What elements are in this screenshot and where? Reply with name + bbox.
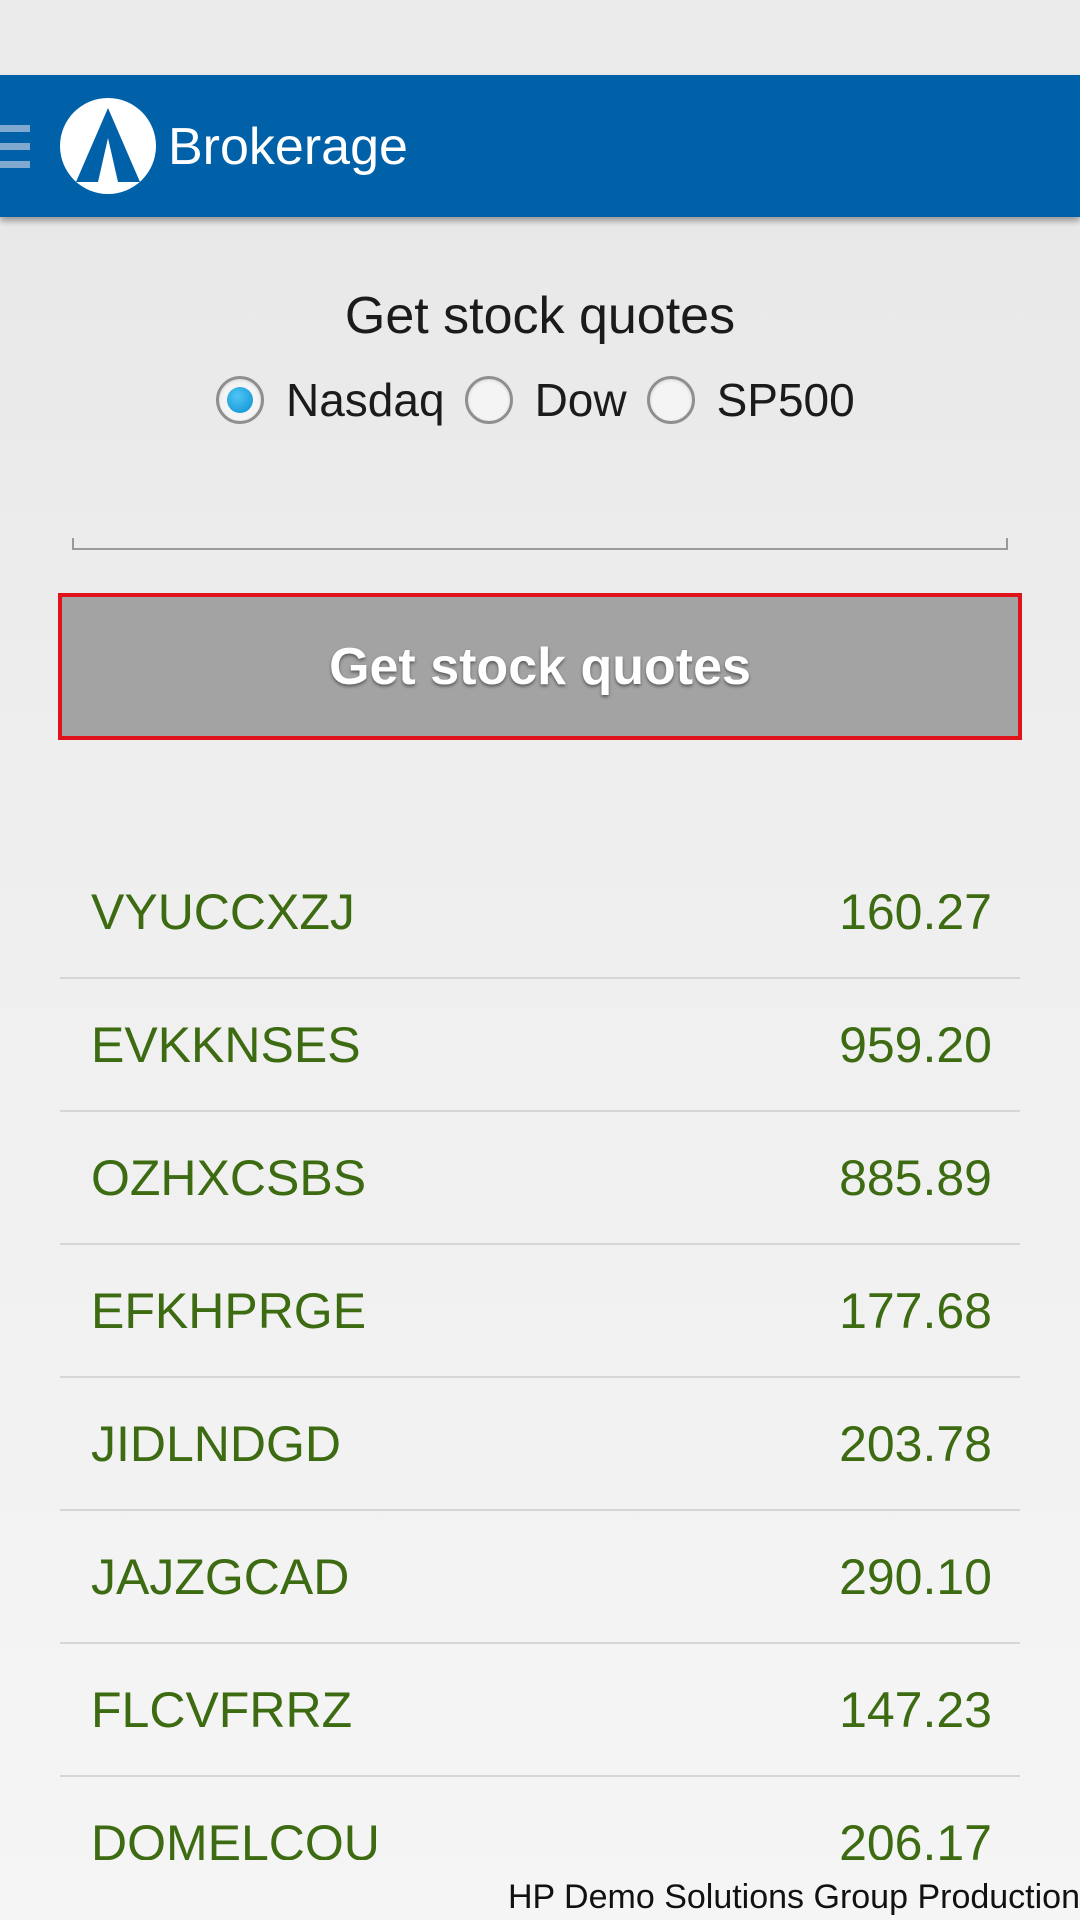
quote-symbol: FLCVFRRZ [91, 1682, 353, 1738]
footer-credit: HP Demo Solutions Group Production [507, 1878, 1080, 1916]
quote-symbol: EFKHPRGE [91, 1283, 367, 1339]
radio-option-sp500[interactable]: SP500 [646, 373, 875, 427]
quote-price: 959.20 [839, 1017, 992, 1073]
radio-sp500[interactable] [646, 376, 695, 424]
quote-row[interactable]: VYUCCXZJ 160.27 [60, 846, 1020, 979]
get-stock-quotes-button[interactable]: Get stock quotes [58, 593, 1022, 740]
quote-row[interactable]: DOMELCOU 206.17 [60, 1777, 1020, 1860]
form-heading: Get stock quotes [344, 287, 736, 345]
quote-symbol: JIDLNDGD [91, 1416, 342, 1472]
quote-price: 206.17 [839, 1815, 992, 1860]
symbol-input[interactable] [72, 520, 1008, 550]
input-underline-tick [1006, 538, 1008, 550]
quote-symbol: JAJZGCAD [91, 1549, 350, 1605]
quote-row[interactable]: JIDLNDGD 203.78 [60, 1378, 1020, 1511]
quote-symbol: OZHXCSBS [91, 1150, 367, 1206]
status-bar [0, 0, 1080, 75]
quote-price: 177.68 [839, 1283, 992, 1339]
radio-label-dow: Dow [534, 374, 627, 426]
quote-price: 290.10 [839, 1549, 992, 1605]
app-bar: Brokerage [0, 75, 1080, 217]
quote-symbol: VYUCCXZJ [91, 884, 355, 940]
app-logo-icon [60, 98, 156, 194]
quote-list: VYUCCXZJ 160.27 EVKKNSES 959.20 OZHXCSBS… [60, 846, 1020, 1860]
quote-row[interactable]: EFKHPRGE 177.68 [60, 1245, 1020, 1378]
quote-price: 147.23 [839, 1682, 992, 1738]
quote-price: 160.27 [839, 884, 992, 940]
quote-row[interactable]: JAJZGCAD 290.10 [60, 1511, 1020, 1644]
radio-nasdaq[interactable] [216, 376, 264, 424]
market-radio-group: Nasdaq Dow SP500 [216, 370, 875, 430]
app-title: Brokerage [168, 118, 408, 176]
quote-symbol: EVKKNSES [91, 1017, 361, 1073]
radio-label-sp500: SP500 [716, 374, 855, 426]
input-underline-tick [72, 538, 74, 550]
quote-row[interactable]: FLCVFRRZ 147.23 [60, 1644, 1020, 1777]
hamburger-menu-icon[interactable] [0, 125, 30, 169]
quote-symbol: DOMELCOU [91, 1815, 380, 1860]
quote-price: 885.89 [839, 1150, 992, 1206]
quote-price: 203.78 [839, 1416, 992, 1472]
radio-dow[interactable] [464, 376, 513, 424]
radio-option-nasdaq[interactable]: Nasdaq [216, 373, 465, 427]
quote-row[interactable]: OZHXCSBS 885.89 [60, 1112, 1020, 1245]
radio-option-dow[interactable]: Dow [464, 373, 647, 427]
quote-row[interactable]: EVKKNSES 959.20 [60, 979, 1020, 1112]
radio-label-nasdaq: Nasdaq [286, 374, 445, 426]
